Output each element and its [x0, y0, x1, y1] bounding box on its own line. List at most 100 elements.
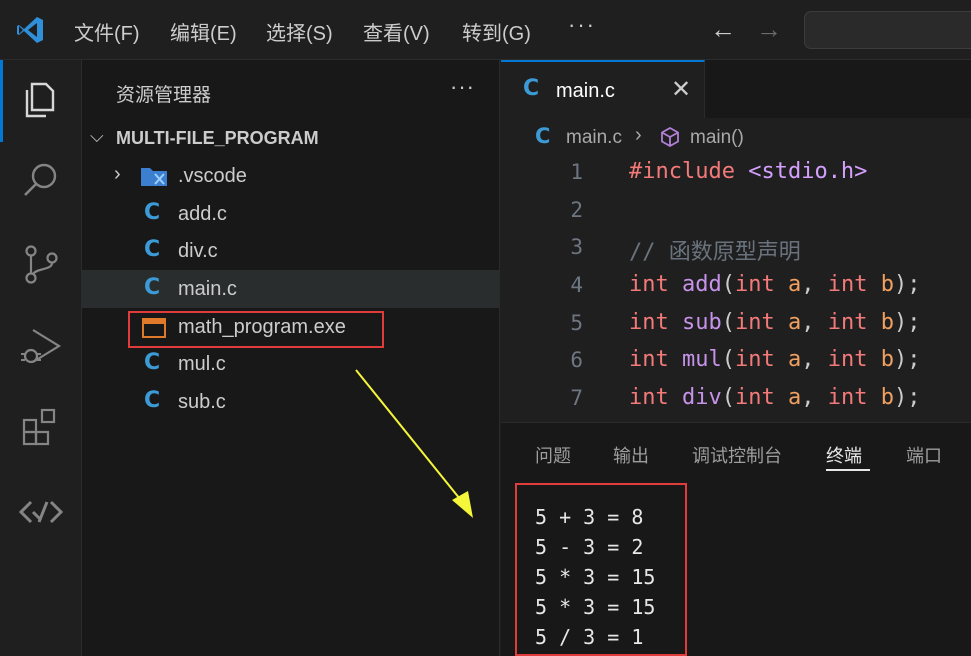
line-number: 3: [570, 235, 583, 259]
tree-item-sub-c[interactable]: C sub.c: [82, 383, 500, 421]
code-line[interactable]: 4 int add(int a, int b);: [501, 269, 971, 307]
punct: ,: [801, 347, 828, 372]
terminal-output-line: 5 * 3 = 15: [535, 595, 656, 619]
code-line[interactable]: 5 int sub(int a, int b);: [501, 307, 971, 345]
extensions-icon[interactable]: [17, 404, 65, 452]
c-file-icon: C: [144, 350, 161, 375]
breadcrumb-file[interactable]: main.c: [566, 127, 622, 149]
remote-icon[interactable]: [17, 488, 65, 536]
menu-file[interactable]: 文件(F): [74, 17, 140, 46]
type-keyword: int: [827, 272, 868, 297]
line-number: 4: [570, 273, 583, 297]
punct: ,: [801, 272, 828, 297]
function-name: add: [682, 272, 722, 297]
terminal-output-line: 5 / 3 = 1: [535, 625, 644, 649]
search-icon[interactable]: [17, 156, 65, 204]
code-line[interactable]: 7 int div(int a, int b);: [501, 382, 971, 420]
sidebar-more-icon[interactable]: ···: [450, 74, 475, 100]
type-keyword: int: [735, 347, 775, 372]
punct: );: [894, 272, 921, 297]
menu-edit[interactable]: 编辑(E): [170, 17, 237, 46]
type-keyword: int: [827, 310, 868, 335]
punct: );: [894, 385, 921, 410]
close-icon[interactable]: ✕: [671, 75, 691, 104]
terminal-output-line: 5 + 3 = 8: [535, 505, 644, 529]
tab-problems[interactable]: 问题: [535, 442, 571, 468]
function-name: mul: [682, 347, 722, 372]
param: b: [880, 385, 894, 410]
type-keyword: int: [629, 310, 669, 335]
c-file-icon: C: [535, 124, 551, 148]
tab-terminal[interactable]: 终端: [826, 442, 862, 468]
param: b: [880, 347, 894, 372]
bottom-panel: 问题 输出 调试控制台 终端 端口 5 + 3 = 8 5 - 3 = 2 5 …: [501, 422, 971, 656]
menu-go[interactable]: 转到(G): [462, 17, 531, 46]
line-number: 1: [570, 160, 583, 184]
punct: (: [721, 310, 735, 335]
type-keyword: int: [629, 347, 669, 372]
tab-main-c[interactable]: C main.c ✕: [501, 60, 705, 118]
chevron-right-icon: ›: [114, 163, 121, 185]
tree-item-main-c[interactable]: C main.c: [82, 270, 500, 308]
tree-item-label: div.c: [178, 240, 218, 262]
workspace-folder-header[interactable]: ⌵ MULTI-FILE_PROGRAM: [82, 122, 500, 156]
vscode-folder-icon: [141, 168, 167, 186]
code-line[interactable]: 3 // 函数原型声明: [501, 231, 971, 269]
workspace-folder-name: MULTI-FILE_PROGRAM: [116, 128, 319, 148]
type-keyword: int: [827, 347, 868, 372]
command-center-search[interactable]: [804, 11, 971, 49]
function-name: div: [682, 385, 722, 410]
source-control-icon[interactable]: [17, 240, 65, 288]
terminal-output-line: 5 - 3 = 2: [535, 535, 644, 559]
param: a: [788, 385, 802, 410]
breadcrumb-symbol[interactable]: main(): [690, 127, 744, 149]
code-line[interactable]: 1 #include <stdio.h>: [501, 156, 971, 194]
type-keyword: int: [629, 385, 669, 410]
tree-item-div-c[interactable]: C div.c: [82, 232, 500, 270]
tree-item-label: mul.c: [178, 353, 226, 375]
run-debug-icon[interactable]: [17, 322, 65, 370]
activity-bar: [0, 60, 82, 656]
tab-label: main.c: [556, 80, 615, 102]
code-line[interactable]: 6 int mul(int a, int b);: [501, 344, 971, 382]
tree-item-label: sub.c: [178, 391, 226, 413]
preprocessor-directive: #include: [629, 159, 735, 184]
menu-more-icon[interactable]: ···: [568, 12, 596, 38]
punct: ,: [801, 385, 828, 410]
punct: ,: [801, 310, 828, 335]
param: a: [788, 310, 802, 335]
forward-arrow-icon[interactable]: →: [756, 14, 782, 45]
c-file-icon: C: [144, 200, 161, 225]
tab-output[interactable]: 输出: [613, 442, 649, 468]
c-file-icon: C: [144, 237, 161, 262]
tree-item-vscode[interactable]: › .vscode: [82, 157, 500, 195]
type-keyword: int: [735, 272, 775, 297]
title-bar: 文件(F) 编辑(E) 选择(S) 查看(V) 转到(G) ··· ← →: [0, 0, 971, 60]
chevron-down-icon: ⌵: [90, 126, 104, 146]
type-keyword: int: [735, 310, 775, 335]
type-keyword: int: [735, 385, 775, 410]
punct: (: [721, 385, 735, 410]
line-number: 2: [570, 198, 583, 222]
tree-item-label: add.c: [178, 203, 227, 225]
explorer-icon[interactable]: [17, 74, 65, 122]
tab-ports[interactable]: 端口: [906, 442, 942, 468]
tree-item-add-c[interactable]: C add.c: [82, 195, 500, 233]
line-number: 7: [570, 386, 583, 410]
param: b: [880, 272, 894, 297]
menu-selection[interactable]: 选择(S): [266, 17, 333, 46]
active-indicator: [0, 60, 3, 142]
function-name: sub: [682, 310, 722, 335]
c-file-icon: C: [523, 76, 540, 101]
type-keyword: int: [827, 385, 868, 410]
vscode-logo-icon: [17, 17, 43, 43]
explorer-sidebar: 资源管理器 ··· ⌵ MULTI-FILE_PROGRAM › .vscode…: [82, 60, 500, 656]
code-line[interactable]: 2: [501, 194, 971, 232]
back-arrow-icon[interactable]: ←: [710, 14, 736, 45]
sidebar-title: 资源管理器: [116, 85, 212, 106]
terminal-output-line: 5 * 3 = 15: [535, 565, 656, 589]
punct: (: [721, 272, 735, 297]
menu-view[interactable]: 查看(V): [363, 17, 430, 46]
tree-item-mul-c[interactable]: C mul.c: [82, 345, 500, 383]
tab-debug-console[interactable]: 调试控制台: [692, 442, 782, 468]
